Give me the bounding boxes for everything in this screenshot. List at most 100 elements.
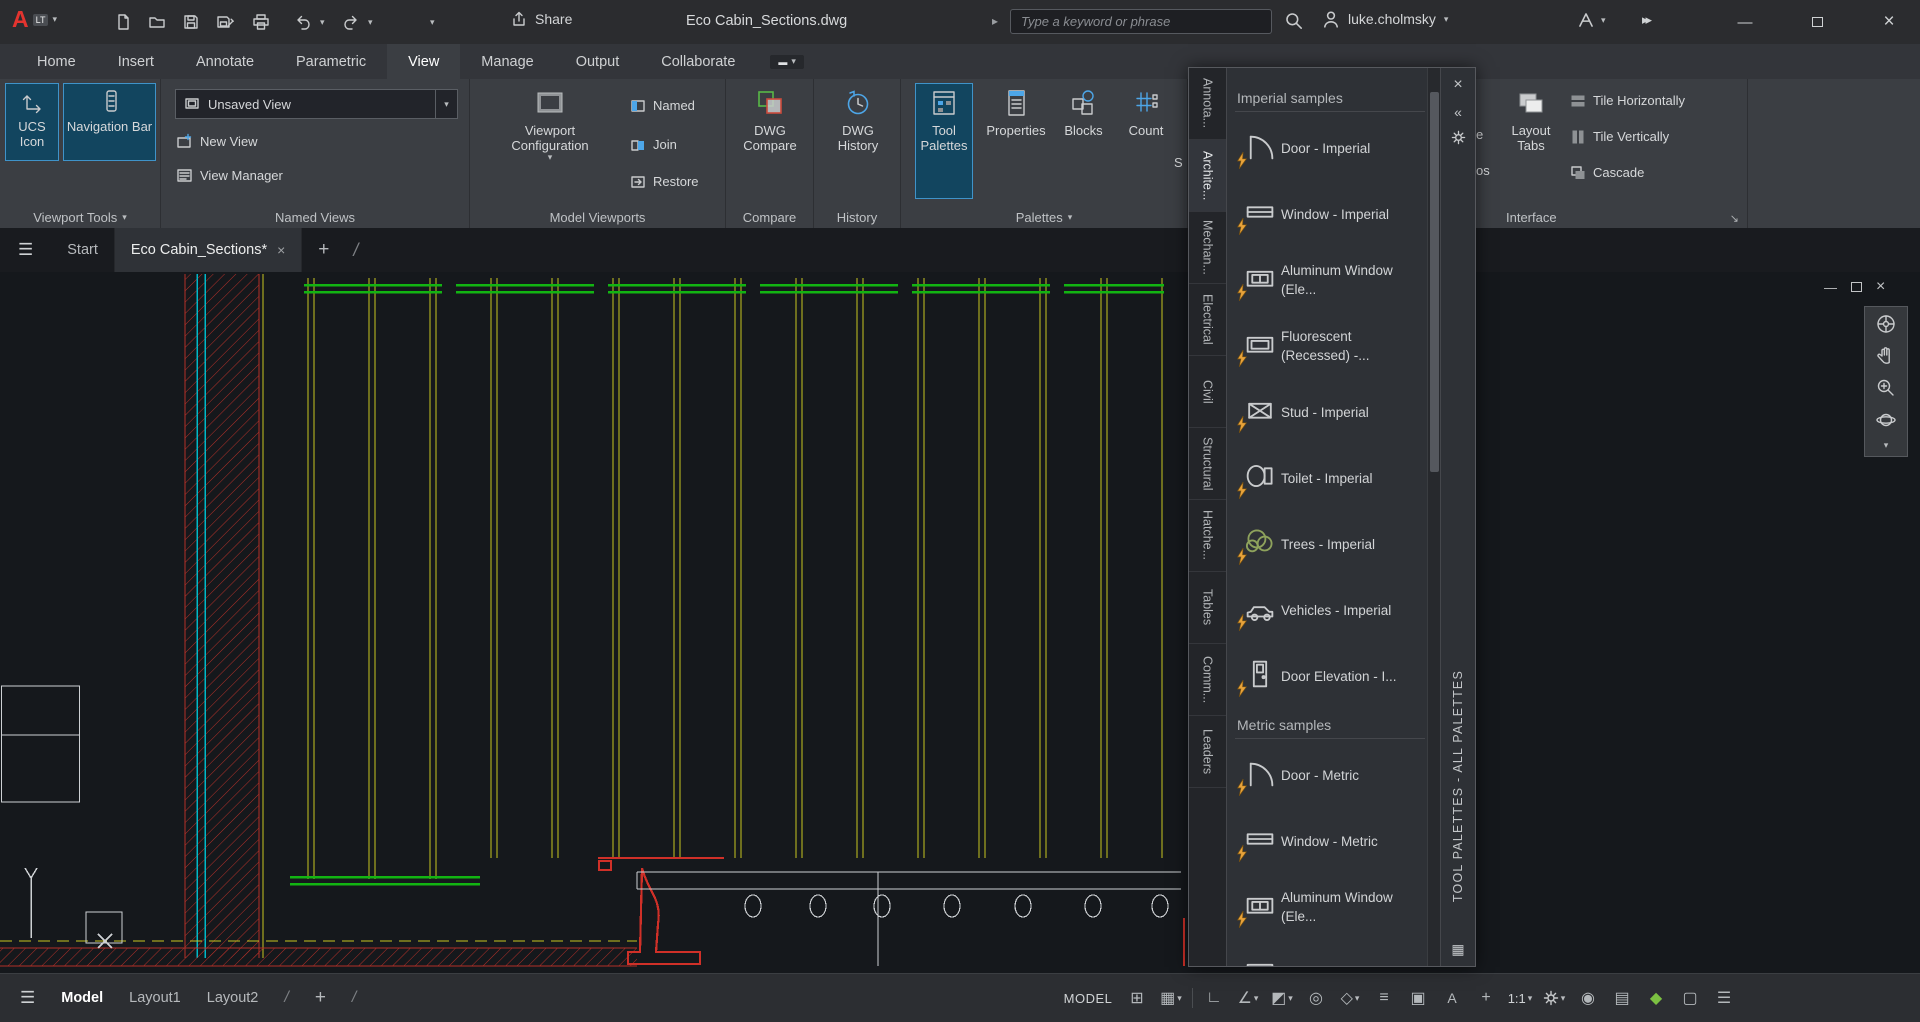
palette-item-door-elevation-imperial[interactable]: Door Elevation - I... <box>1235 643 1425 709</box>
tab-collaborate[interactable]: Collaborate <box>640 44 756 79</box>
palette-item-trees-imperial[interactable]: Trees - Imperial <box>1235 511 1425 577</box>
save-as-button[interactable] <box>210 7 240 37</box>
orbit-icon[interactable] <box>1875 409 1897 431</box>
palette-item-window-metric[interactable]: Window - Metric <box>1235 808 1425 874</box>
palette-tab-tables[interactable]: Tables <box>1189 572 1226 644</box>
annotation-scale-button[interactable]: 1:1▾ <box>1507 984 1533 1012</box>
palette-tab-leaders[interactable]: Leaders <box>1189 716 1226 788</box>
palette-tab-hatches[interactable]: Hatche... <box>1189 500 1226 572</box>
new-file-button[interactable] <box>108 7 138 37</box>
tab-model[interactable]: Model <box>61 990 103 1006</box>
lineweight-icon[interactable]: ≡ <box>1371 984 1397 1012</box>
object-snap-icon[interactable]: ◇▾ <box>1337 984 1363 1012</box>
tab-drawing-active[interactable]: Eco Cabin_Sections* × <box>115 228 302 272</box>
grid-display-icon[interactable]: ⊞ <box>1124 984 1150 1012</box>
palette-tab-structural[interactable]: Structural <box>1189 428 1226 500</box>
navbar-more-icon[interactable]: ▾ <box>1884 441 1889 450</box>
open-file-button[interactable] <box>142 7 172 37</box>
chevron-right-icon[interactable]: ▸ <box>992 14 998 28</box>
tab-home[interactable]: Home <box>16 44 97 79</box>
tool-palettes-button[interactable]: Tool Palettes <box>915 83 973 199</box>
redo-dropdown-icon[interactable]: ▾ <box>368 18 373 27</box>
tab-view[interactable]: View <box>387 44 460 79</box>
blocks-button[interactable]: Blocks <box>1057 83 1110 205</box>
model-space-button[interactable]: MODEL <box>1060 984 1116 1012</box>
ortho-mode-icon[interactable]: ∟ <box>1201 984 1227 1012</box>
qat-customize-icon[interactable]: ▾ <box>430 18 435 27</box>
new-view-button[interactable]: New View <box>176 128 258 155</box>
drawing-canvas[interactable] <box>0 272 1920 973</box>
viewport-minimize-icon[interactable]: — <box>1824 280 1837 295</box>
dwg-compare-button[interactable]: DWG Compare <box>738 83 802 205</box>
zoom-icon[interactable] <box>1875 377 1897 399</box>
palette-item-door-imperial[interactable]: Door - Imperial <box>1235 115 1425 181</box>
save-button[interactable] <box>176 7 206 37</box>
drawing-area[interactable]: — × ▾ <box>0 272 1920 973</box>
view-manager-button[interactable]: View Manager <box>176 162 283 189</box>
file-tab-menu-button[interactable]: ☰ <box>0 228 51 272</box>
layout-menu-hamburger-icon[interactable]: ☰ <box>20 988 35 1008</box>
viewport-configuration-button[interactable]: Viewport Configuration ▾ <box>495 83 605 205</box>
palette-close-icon[interactable]: × <box>1441 76 1475 94</box>
tab-layout2[interactable]: Layout2 <box>207 990 259 1006</box>
close-button[interactable]: × <box>1860 0 1918 44</box>
tab-start[interactable]: Start <box>51 228 115 272</box>
tab-parametric[interactable]: Parametric <box>275 44 387 79</box>
tile-vertically-button[interactable]: Tile Vertically <box>1570 123 1669 150</box>
tab-insert[interactable]: Insert <box>97 44 175 79</box>
palette-item-stud-imperial[interactable]: Stud - Imperial <box>1235 379 1425 445</box>
viewport-close-icon[interactable]: × <box>1876 278 1885 296</box>
full-navigation-wheel-icon[interactable] <box>1875 313 1897 335</box>
share-button[interactable]: Share <box>510 10 572 28</box>
tab-annotate[interactable]: Annotate <box>175 44 275 79</box>
palette-item-aluminum-window-imperial[interactable]: Aluminum Window (Ele... <box>1235 247 1425 313</box>
cascade-button[interactable]: Cascade <box>1570 159 1644 186</box>
palette-item-window-imperial[interactable]: Window - Imperial <box>1235 181 1425 247</box>
ribbon-display-button[interactable]: ▬ ▾ <box>770 55 804 69</box>
palette-grid-icon[interactable]: ▦ <box>1441 941 1475 958</box>
palette-item-fluorescent-metric[interactable]: Fluorescent <box>1235 940 1425 966</box>
search-input[interactable] <box>1010 9 1272 34</box>
annotation-visibility-icon[interactable]: A <box>1439 984 1465 1012</box>
workspace-switching-icon[interactable]: ▾ <box>1541 984 1567 1012</box>
palette-item-fluorescent-imperial[interactable]: Fluorescent (Recessed) -... <box>1235 313 1425 379</box>
scrollbar-thumb[interactable] <box>1430 92 1439 472</box>
tab-layout1[interactable]: Layout1 <box>129 990 181 1006</box>
palette-tab-command[interactable]: Comm... <box>1189 644 1226 716</box>
graphics-performance-icon[interactable]: ◆ <box>1643 984 1669 1012</box>
search-button[interactable] <box>1284 11 1304 36</box>
palette-vertical-title[interactable]: TOOL PALETTES - ALL PALETTES <box>1451 670 1465 902</box>
plot-button[interactable] <box>246 7 276 37</box>
isometric-drafting-icon[interactable]: ◩▾ <box>1269 984 1295 1012</box>
quick-properties-icon[interactable]: ▤ <box>1609 984 1635 1012</box>
fast-forward-icon[interactable]: ▸▸ <box>1642 12 1649 28</box>
selection-cycling-icon[interactable]: ▣ <box>1405 984 1431 1012</box>
panel-dialog-launcher-icon[interactable]: ↘ <box>1730 212 1739 225</box>
app-store-menu[interactable]: ▾ <box>1576 10 1606 30</box>
join-viewport-button[interactable]: Join <box>630 131 677 158</box>
object-snap-tracking-icon[interactable]: ◎ <box>1303 984 1329 1012</box>
dwg-history-button[interactable]: DWG History <box>826 83 890 205</box>
annotation-monitor-icon[interactable]: ◉ <box>1575 984 1601 1012</box>
named-viewport-button[interactable]: Named <box>630 92 695 119</box>
navigation-bar-toggle-button[interactable]: Navigation Bar <box>63 83 156 161</box>
close-tab-icon[interactable]: × <box>277 242 285 258</box>
pan-hand-icon[interactable] <box>1875 345 1897 367</box>
isolate-objects-icon[interactable]: ▢ <box>1677 984 1703 1012</box>
maximize-button[interactable] <box>1788 0 1846 44</box>
ucs-icon-toggle-button[interactable]: UCS Icon <box>5 83 59 161</box>
panel-flyout-icon[interactable]: ▾ <box>1068 213 1073 222</box>
app-menu-button[interactable]: A LT ▾ <box>12 6 57 33</box>
new-layout-button[interactable]: + <box>315 987 326 1009</box>
auto-hide-icon[interactable]: « <box>1441 104 1475 120</box>
restore-viewport-button[interactable]: Restore <box>630 168 699 195</box>
palette-properties-gear-icon[interactable] <box>1451 130 1466 145</box>
tab-manage[interactable]: Manage <box>460 44 554 79</box>
palette-tab-electrical[interactable]: Electrical <box>1189 284 1226 356</box>
panel-flyout-icon[interactable]: ▾ <box>122 213 127 222</box>
palette-item-vehicles-imperial[interactable]: Vehicles - Imperial <box>1235 577 1425 643</box>
palette-tab-architectural[interactable]: Archite... <box>1189 140 1226 212</box>
snap-mode-icon[interactable]: ▦▾ <box>1158 984 1184 1012</box>
palette-item-toilet-imperial[interactable]: Toilet - Imperial <box>1235 445 1425 511</box>
tab-output[interactable]: Output <box>555 44 641 79</box>
